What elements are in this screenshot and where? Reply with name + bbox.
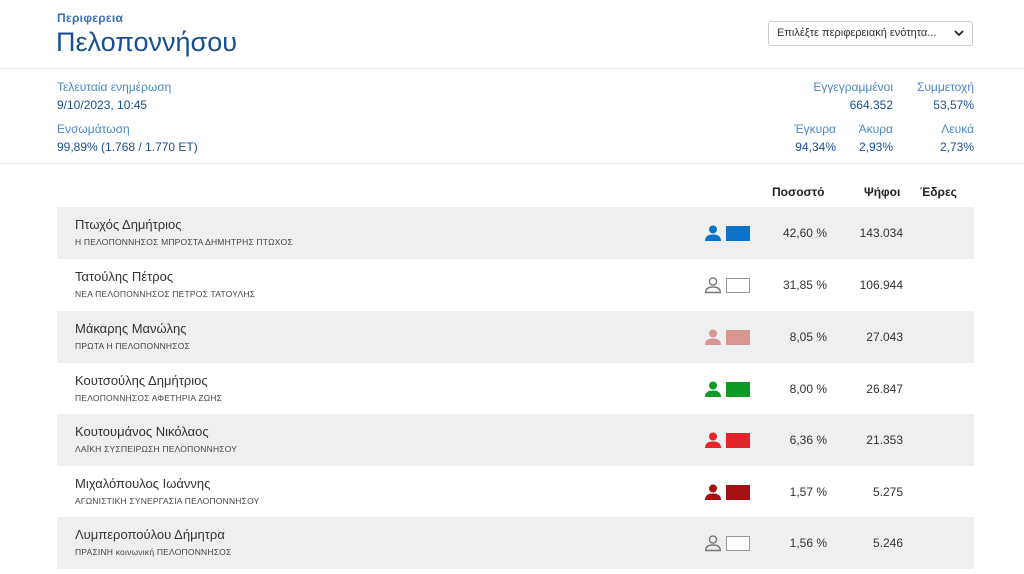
percent-value: 1,56 % (789, 536, 827, 550)
percent-value: 8,05 % (789, 330, 827, 344)
percent-value: 8,00 % (789, 382, 827, 396)
table-row[interactable]: Κουτουμάνος Νικόλαος ΛΑΪΚΗ ΣΥΣΠΕΙΡΩΣΗ ΠΕ… (57, 414, 974, 466)
person-icon (705, 381, 721, 397)
stats-panel: Τελευταία ενημέρωση 9/10/2023, 10:45 Ενσ… (0, 69, 1024, 164)
votes-value: 106.944 (859, 278, 903, 292)
candidate-name: Κουτσούλης Δημήτριος (75, 373, 208, 388)
person-outline-icon (704, 535, 722, 552)
votes-value: 21.353 (866, 433, 903, 447)
table-row[interactable]: Μιχαλόπουλος Ιωάννης ΑΓΩΝΙΣΤΙΚΗ ΣΥΝΕΡΓΑΣ… (57, 466, 974, 518)
party-color-swatch (726, 278, 750, 293)
party-color-swatch (726, 382, 750, 397)
table-row[interactable]: Τατούλης Πέτρος ΝΕΑ ΠΕΛΟΠΟΝΝΗΣΟΣ ΠΕΤΡΟΣ … (57, 259, 974, 311)
party-name: ΠΡΩΤΑ Η ΠΕΛΟΠΟΝΝΗΣΟΣ (75, 341, 190, 351)
regional-unit-select[interactable]: Επιλέξτε περιφερειακή ενότητα... (768, 21, 973, 46)
votes-value: 26.847 (866, 382, 903, 396)
table-row[interactable]: Κουτσούλης Δημήτριος ΠΕΛΟΠΟΝΝΗΣΟΣ ΑΦΕΤΗΡ… (57, 363, 974, 415)
percent-value: 1,57 % (789, 485, 827, 499)
percent-value: 31,85 % (782, 278, 827, 292)
party-name: ΝΕΑ ΠΕΛΟΠΟΝΝΗΣΟΣ ΠΕΤΡΟΣ ΤΑΤΟΥΛΗΣ (75, 289, 256, 299)
candidate-name: Μάκαρης Μανώλης (75, 321, 187, 336)
region-label: Περιφερεια (57, 11, 124, 25)
column-header-seats: Έδρες (920, 185, 957, 199)
votes-value: 143.034 (859, 226, 903, 240)
candidate-name: Τατούλης Πέτρος (75, 269, 174, 284)
person-icon (705, 484, 721, 500)
votes-value: 5.275 (872, 485, 903, 499)
party-color-swatch (726, 226, 750, 241)
column-header-votes: Ψήφοι (864, 185, 901, 199)
blank-label: Λευκά (941, 122, 974, 136)
party-color-swatch (726, 330, 750, 345)
party-name: ΑΓΩΝΙΣΤΙΚΗ ΣΥΝΕΡΓΑΣΙΑ ΠΕΛΟΠΟΝΝΗΣΟΥ (75, 496, 260, 506)
last-update-value: 9/10/2023, 10:45 (57, 98, 148, 112)
person-icon (705, 225, 721, 241)
party-name: ΛΑΪΚΗ ΣΥΣΠΕΙΡΩΣΗ ΠΕΛΟΠΟΝΝΗΣΟΥ (75, 444, 238, 454)
table-row[interactable]: Πτωχός Δημήτριος Η ΠΕΛΟΠΟΝΝΗΣΟΣ ΜΠΡΟΣΤΑ … (57, 207, 974, 259)
party-name: ΠΡΑΣΙΝΗ κοινωνική ΠΕΛΟΠΟΝΝΗΣΟΣ (75, 547, 232, 557)
invalid-label: Άκυρα (858, 122, 893, 136)
candidate-name: Λυμπεροπούλου Δήμητρα (75, 527, 225, 542)
votes-value: 27.043 (866, 330, 903, 344)
table-row[interactable]: Μάκαρης Μανώλης ΠΡΩΤΑ Η ΠΕΛΟΠΟΝΝΗΣΟΣ 8,0… (57, 311, 974, 363)
page-header: Περιφερεια Πελοποννήσου Επιλέξτε περιφερ… (0, 0, 1024, 69)
votes-value: 5.246 (872, 536, 903, 550)
page-title: Πελοποννήσου (56, 27, 237, 57)
party-name: ΠΕΛΟΠΟΝΝΗΣΟΣ ΑΦΕΤΗΡΙΑ ΖΩΗΣ (75, 393, 223, 403)
regional-unit-select-value: Επιλέξτε περιφερειακή ενότητα... (777, 27, 937, 39)
percent-value: 42,60 % (782, 226, 827, 240)
party-name: Η ΠΕΛΟΠΟΝΝΗΣΟΣ ΜΠΡΟΣΤΑ ΔΗΜΗΤΡΗΣ ΠΤΩΧΟΣ (75, 237, 293, 247)
candidate-name: Πτωχός Δημήτριος (75, 217, 182, 232)
person-outline-icon (704, 277, 722, 294)
integration-value: 99,89% (1.768 / 1.770 ΕΤ) (57, 140, 198, 154)
party-color-swatch (726, 433, 750, 448)
registered-value: 664.352 (849, 98, 893, 112)
percent-value: 6,36 % (789, 433, 827, 447)
valid-value: 94,34% (795, 140, 836, 154)
turnout-value: 53,57% (933, 98, 974, 112)
table-row[interactable]: Λυμπεροπούλου Δήμητρα ΠΡΑΣΙΝΗ κοινωνική … (57, 517, 974, 569)
person-icon (705, 432, 721, 448)
party-color-swatch (726, 536, 750, 551)
candidate-name: Μιχαλόπουλος Ιωάννης (75, 476, 211, 491)
turnout-label: Συμμετοχή (916, 80, 974, 94)
party-color-swatch (726, 485, 750, 500)
candidate-name: Κουτουμάνος Νικόλαος (75, 424, 209, 439)
valid-label: Έγκυρα (794, 122, 836, 136)
last-update-label: Τελευταία ενημέρωση (57, 80, 172, 94)
invalid-value: 2,93% (858, 140, 893, 154)
person-icon (705, 329, 721, 345)
chevron-down-icon (954, 30, 964, 37)
blank-value: 2,73% (939, 140, 974, 154)
column-header-percent: Ποσοστό (772, 185, 825, 199)
integration-label: Ενσωμάτωση (57, 122, 130, 136)
registered-label: Εγγεγραμμένοι (813, 80, 893, 94)
